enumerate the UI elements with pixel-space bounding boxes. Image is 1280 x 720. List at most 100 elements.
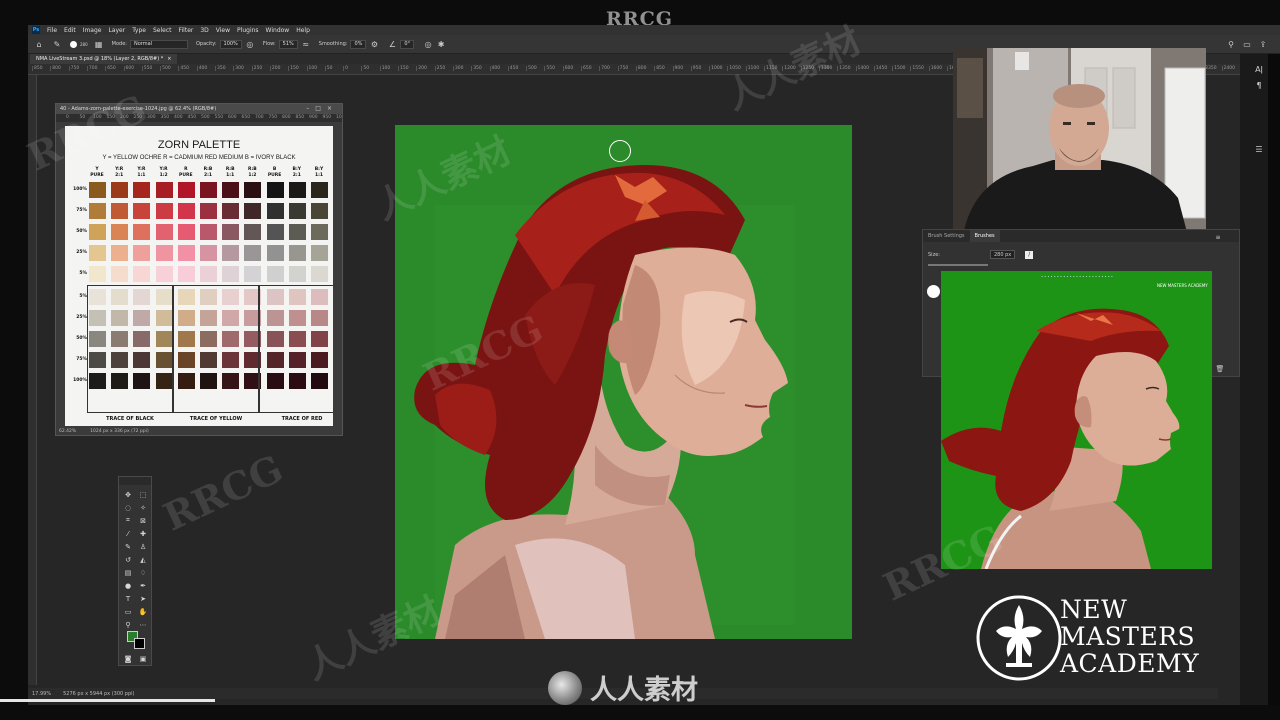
crop-tool-icon[interactable]: ⌗	[122, 515, 134, 526]
brush-size-field[interactable]: 280 px	[989, 250, 1016, 259]
menu-window[interactable]: Window	[266, 27, 290, 34]
pressure-opacity-icon[interactable]: ◎	[245, 39, 255, 49]
main-canvas[interactable]	[395, 125, 852, 639]
layers-icon[interactable]: ☰	[1254, 144, 1264, 154]
background-color-swatch[interactable]	[134, 638, 145, 649]
menu-bar: Ps File Edit Image Layer Type Select Fil…	[28, 25, 1280, 35]
opacity-field[interactable]: 100%	[219, 39, 242, 49]
ruler-tick: 150	[398, 66, 409, 71]
zoom-level[interactable]: 17.99%	[32, 691, 51, 697]
menu-help[interactable]: Help	[296, 27, 310, 34]
rectangle-tool-icon[interactable]: ▭	[122, 606, 134, 617]
history-brush-icon[interactable]: ↺	[122, 554, 134, 565]
move-tool-icon[interactable]: ✥	[122, 489, 134, 500]
opacity-label: Opacity:	[195, 41, 217, 47]
brush-settings-icon[interactable]: ▦	[94, 39, 104, 49]
home-icon[interactable]: ⌂	[34, 39, 44, 49]
workspace-icon[interactable]: ▭	[1242, 39, 1252, 49]
tab-brush-settings[interactable]: Brush Settings	[923, 230, 970, 242]
ruler-tick: 150	[288, 66, 299, 71]
ruler-tick: 300	[452, 66, 464, 71]
adjustments-icon[interactable]: Aǀ	[1254, 64, 1264, 74]
ruler-tick: 100	[306, 66, 318, 71]
menu-filter[interactable]: Filter	[179, 27, 194, 34]
mode-select[interactable]: Normal	[129, 39, 188, 49]
tab-brushes[interactable]: Brushes	[969, 230, 1000, 242]
brush-size-label: Size:	[928, 251, 940, 258]
ruler-tick: 1500	[892, 66, 906, 71]
palette-group-box	[259, 285, 333, 413]
reference-status: 62.42% 1024 px x 336 px (72 ppi)	[59, 429, 149, 434]
ref-ruler-tick: 250	[133, 115, 143, 120]
smoothing-field[interactable]: 0%	[350, 39, 367, 49]
share-icon[interactable]: ⇪	[1258, 39, 1268, 49]
menu-edit[interactable]: Edit	[64, 27, 76, 34]
palette-swatch	[244, 182, 262, 198]
brush-preset-picker[interactable]: 280	[70, 40, 88, 48]
flow-field[interactable]: 51%	[278, 39, 298, 49]
brush-size-value: 280	[80, 41, 88, 47]
menu-image[interactable]: Image	[83, 27, 102, 34]
search-icon[interactable]: ⚲	[1226, 39, 1236, 49]
airbrush-icon[interactable]: ≈	[301, 39, 311, 49]
brush-edit-icon[interactable]: ∕	[1025, 250, 1034, 259]
brush-tool-icon[interactable]: ✎	[52, 39, 62, 49]
gradient-tool-icon[interactable]: ▤	[122, 567, 134, 578]
palette-swatch	[111, 245, 129, 261]
pressure-size-icon[interactable]: ◎	[423, 39, 433, 49]
stamp-tool-icon[interactable]: ♙	[137, 541, 149, 552]
blur-tool-icon[interactable]: ♢	[137, 567, 149, 578]
photoshop-logo-icon: Ps	[32, 26, 40, 34]
brush-size-slider[interactable]	[928, 264, 988, 266]
marquee-tool-icon[interactable]: ⬚	[137, 489, 149, 500]
quick-mask-icon[interactable]: ◙	[122, 653, 134, 664]
palette-swatch	[111, 224, 129, 240]
type-tool-icon[interactable]: T	[122, 593, 134, 604]
paragraph-icon[interactable]: ¶	[1254, 80, 1264, 90]
palette-column-header: Y PURE	[90, 167, 104, 178]
menu-view[interactable]: View	[216, 27, 230, 34]
lasso-tool-icon[interactable]: ◌	[122, 502, 134, 513]
window-controls[interactable]: –□×	[306, 105, 338, 112]
quick-select-tool-icon[interactable]: ✧	[137, 502, 149, 513]
panel-menu-icon[interactable]: ≡	[1213, 232, 1223, 242]
more-tools-icon[interactable]: ⋯	[137, 619, 149, 630]
pen-tool-icon[interactable]: ✒	[137, 580, 149, 591]
hand-tool-icon[interactable]: ✋	[137, 606, 149, 617]
menu-type[interactable]: Type	[132, 27, 146, 34]
palette-swatch	[266, 182, 284, 198]
eyedropper-tool-icon[interactable]: ⁄	[122, 528, 134, 539]
reference-window-titlebar[interactable]: 40 - Adams-zorn-palette-exercise-1024.jp…	[56, 104, 342, 114]
menu-3d[interactable]: 3D	[200, 27, 208, 34]
ref-ruler-tick: 600	[228, 115, 237, 120]
vertical-ruler[interactable]	[28, 75, 37, 685]
eraser-tool-icon[interactable]: ◭	[137, 554, 149, 565]
menu-select[interactable]: Select	[153, 27, 172, 34]
palette-swatch	[155, 245, 173, 261]
palette-row-label: 50%	[76, 336, 87, 341]
brush-size-row: Size: 280 px ∕	[928, 250, 1034, 259]
tools-panel-header[interactable]	[119, 477, 151, 485]
palette-swatch	[288, 266, 306, 282]
frame-tool-icon[interactable]: ⊠	[137, 515, 149, 526]
healing-brush-icon[interactable]: ✚	[137, 528, 149, 539]
path-select-tool-icon[interactable]: ➤	[137, 593, 149, 604]
menu-plugins[interactable]: Plugins	[237, 27, 259, 34]
tab-document[interactable]: NMA LiveStream 3.psd @ 18% (Layer 2, RGB…	[30, 54, 178, 64]
menu-file[interactable]: File	[47, 27, 57, 34]
screen-mode-icon[interactable]: ▣	[137, 653, 149, 664]
symmetry-icon[interactable]: ✱	[436, 39, 446, 49]
video-progress-bar[interactable]	[0, 699, 215, 702]
angle-field[interactable]: 0°	[400, 39, 415, 49]
smoothing-options-gear-icon[interactable]: ⚙	[369, 39, 379, 49]
delete-brush-icon[interactable]: 🗑	[1215, 364, 1225, 374]
brush-tool-icon-2[interactable]: ✎	[122, 541, 134, 552]
zoom-tool-icon[interactable]: ⚲	[122, 619, 134, 630]
dodge-tool-icon[interactable]: ●	[122, 580, 134, 591]
menu-layer[interactable]: Layer	[108, 27, 125, 34]
palette-swatch	[288, 245, 306, 261]
ruler-tick: 2400	[1221, 66, 1235, 71]
palette-swatch	[311, 182, 328, 198]
close-icon[interactable]: ×	[167, 56, 171, 62]
ruler-tick: 0	[343, 66, 348, 71]
